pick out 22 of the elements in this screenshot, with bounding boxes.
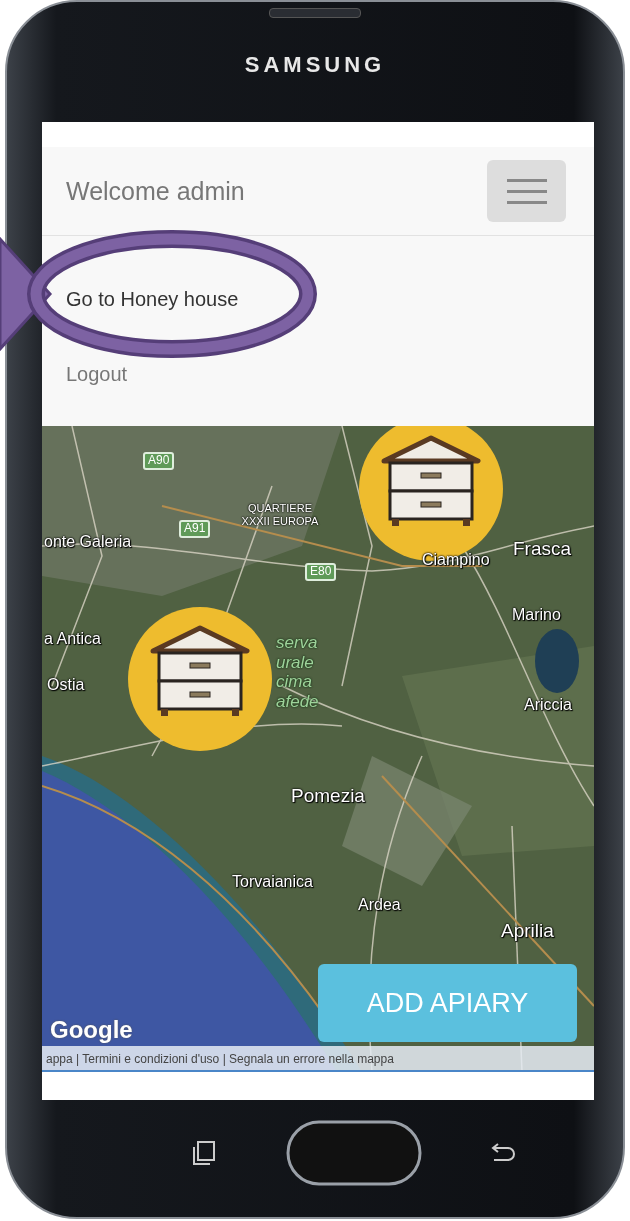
park-label: serva urale cima afede	[276, 633, 319, 712]
place-label: a Antica	[44, 630, 101, 649]
brand-logo: SAMSUNG	[244, 52, 386, 78]
place-label: Ardea	[358, 896, 401, 915]
map-logo: Google	[50, 1016, 133, 1044]
welcome-title: Welcome admin	[66, 176, 245, 206]
district-label: QUARTIERE XXXII EUROPA	[240, 502, 320, 528]
place-label: Torvaianica	[232, 873, 313, 892]
city-label: Pomezia	[291, 785, 365, 807]
road-shield: E80	[305, 563, 337, 581]
road-shield: A91	[179, 520, 211, 538]
menu-button[interactable]	[487, 160, 566, 222]
place-label: Ostia	[47, 676, 85, 695]
city-label: Aprilia	[501, 920, 554, 942]
menu-link[interactable]: Go to Honey house	[66, 288, 239, 310]
beehive-marker[interactable]	[127, 606, 273, 752]
place-label: Marino	[512, 606, 561, 625]
road-shield: A90	[143, 452, 175, 470]
map-attribution: appa | Termini e condizioni d'uso | Segnala un errore nella mappa	[42, 1046, 594, 1072]
place-label: Ariccia	[524, 696, 572, 715]
city-label: Frasca	[513, 538, 572, 560]
menu-link[interactable]: Logout	[66, 363, 128, 385]
